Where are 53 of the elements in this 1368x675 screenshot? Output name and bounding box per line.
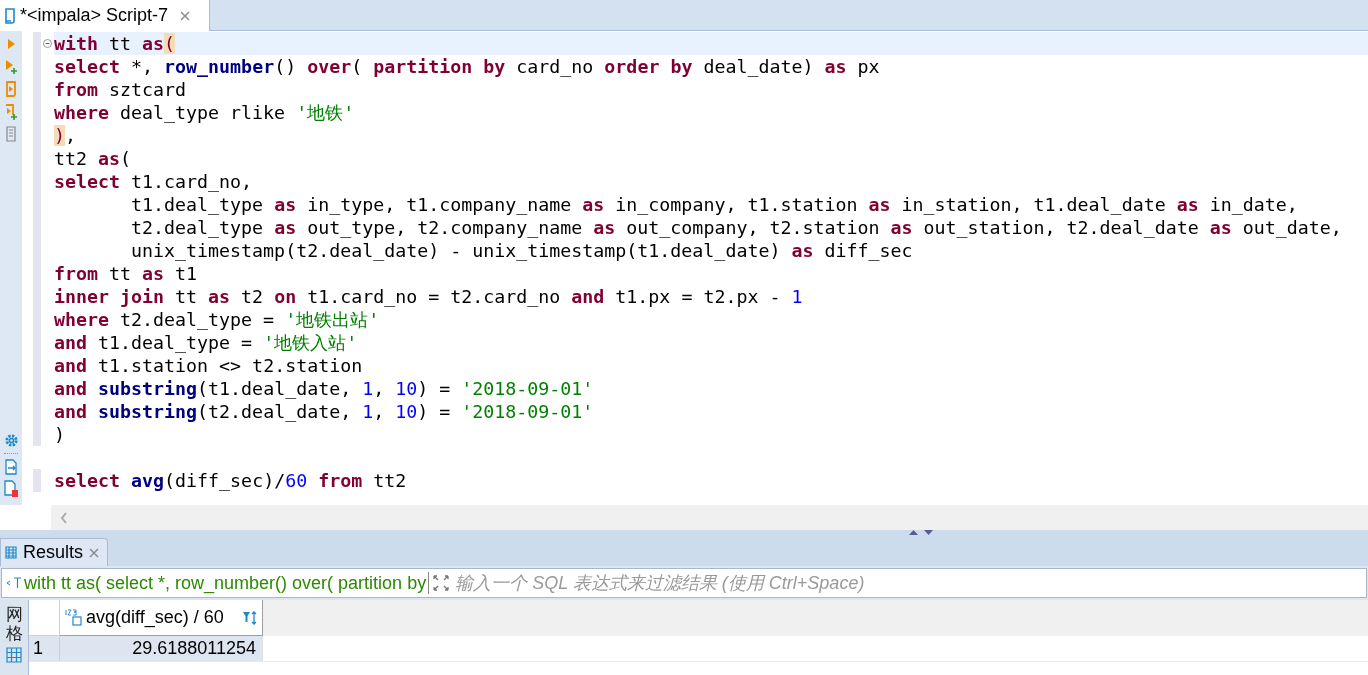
code-line: and t1.deal_type = '地铁入站': [54, 331, 358, 354]
code-line: with tt as(: [54, 32, 176, 55]
code-line: from sztcard: [54, 78, 187, 101]
code-line: and t1.station <> t2.station: [54, 354, 363, 377]
filter-input[interactable]: 输入一个 SQL 表达式来过滤结果 (使用 Ctrl+Space): [455, 569, 1366, 597]
code-line: select avg(diff_sec)/60 from tt2: [54, 469, 407, 492]
query-range-marker: [33, 469, 41, 492]
document-icon[interactable]: [5, 126, 17, 142]
expand-icon[interactable]: [433, 575, 450, 591]
code-line: t1.deal_type as in_type, t1.company_name as in_company, t1.station as in_station, t1.deal_date as in_date,: [130, 193, 1298, 216]
code-line: from tt as t1: [54, 262, 198, 285]
corner-cell[interactable]: [29, 600, 60, 636]
filter-query: with tt as( select *, row_number() over( partition by: [23, 571, 427, 596]
code-line: t2.deal_type as out_type, t2.company_name as out_company, t2.station as out_station, t2.deal_date as out_date,: [130, 216, 1342, 239]
tab-title: *<impala> Script-7: [20, 4, 169, 27]
code-line: where t2.deal_type = '地铁出站': [54, 308, 380, 331]
grid-icon: [6, 647, 22, 664]
number-type-icon: [64, 607, 84, 628]
side-tab-label: 网格: [5, 606, 23, 644]
code-line: ),: [54, 124, 77, 147]
results-tab[interactable]: Results: [0, 538, 108, 566]
text-cursor-icon: [6, 577, 22, 589]
play-icon[interactable]: [5, 36, 17, 52]
table-cell[interactable]: 29.6188011254: [60, 636, 263, 661]
close-icon[interactable]: [180, 10, 191, 21]
export-icon[interactable]: [4, 459, 18, 475]
row-number[interactable]: 1: [29, 636, 60, 661]
grid-icon: [5, 546, 17, 559]
script-run-icon[interactable]: [4, 80, 18, 98]
filter-sort-icon[interactable]: [242, 609, 258, 626]
code-line: ): [54, 423, 65, 446]
code-line: tt2 as(: [54, 147, 132, 170]
play-plus-icon[interactable]: [4, 57, 18, 75]
code-line: unix_timestamp(t2.deal_date) - unix_timestamp(t1.deal_date) as diff_sec: [130, 239, 913, 262]
document-error-icon[interactable]: [4, 480, 18, 497]
close-icon[interactable]: [89, 547, 100, 558]
code-line: where deal_type rlike '地铁': [54, 101, 355, 124]
results-title: Results: [23, 541, 84, 564]
side-tab[interactable]: 网格: [0, 600, 29, 675]
scroll-left-icon[interactable]: [60, 511, 68, 524]
script-run-plus-icon[interactable]: [4, 103, 18, 121]
code-line: select *, row_number() over( partition by card_no order by deal_date) as px: [54, 55, 880, 78]
column-header[interactable]: avg(diff_sec) / 60: [60, 600, 263, 636]
code-line: select t1.card_no,: [54, 170, 253, 193]
horizontal-scrollbar[interactable]: [51, 505, 1368, 530]
code-line: and substring(t1.deal_date, 1, 10) = '2018-09-01': [54, 377, 594, 400]
code-line: inner join tt as t2 on t1.card_no = t2.card_no and t1.px = t2.px - 1: [54, 285, 803, 308]
script-icon: [4, 7, 16, 24]
code-line: and substring(t2.deal_date, 1, 10) = '2018-09-01': [54, 400, 594, 423]
filter-field[interactable]: with tt as( select *, row_number() over( partition by 输入一个 SQL 表达式来过滤结果 (使用 Ctrl+Space): [1, 568, 1367, 598]
gear-icon[interactable]: [3, 433, 19, 448]
editor-tab[interactable]: *<impala> Script-7: [0, 0, 210, 31]
fold-icon[interactable]: [43, 39, 52, 48]
